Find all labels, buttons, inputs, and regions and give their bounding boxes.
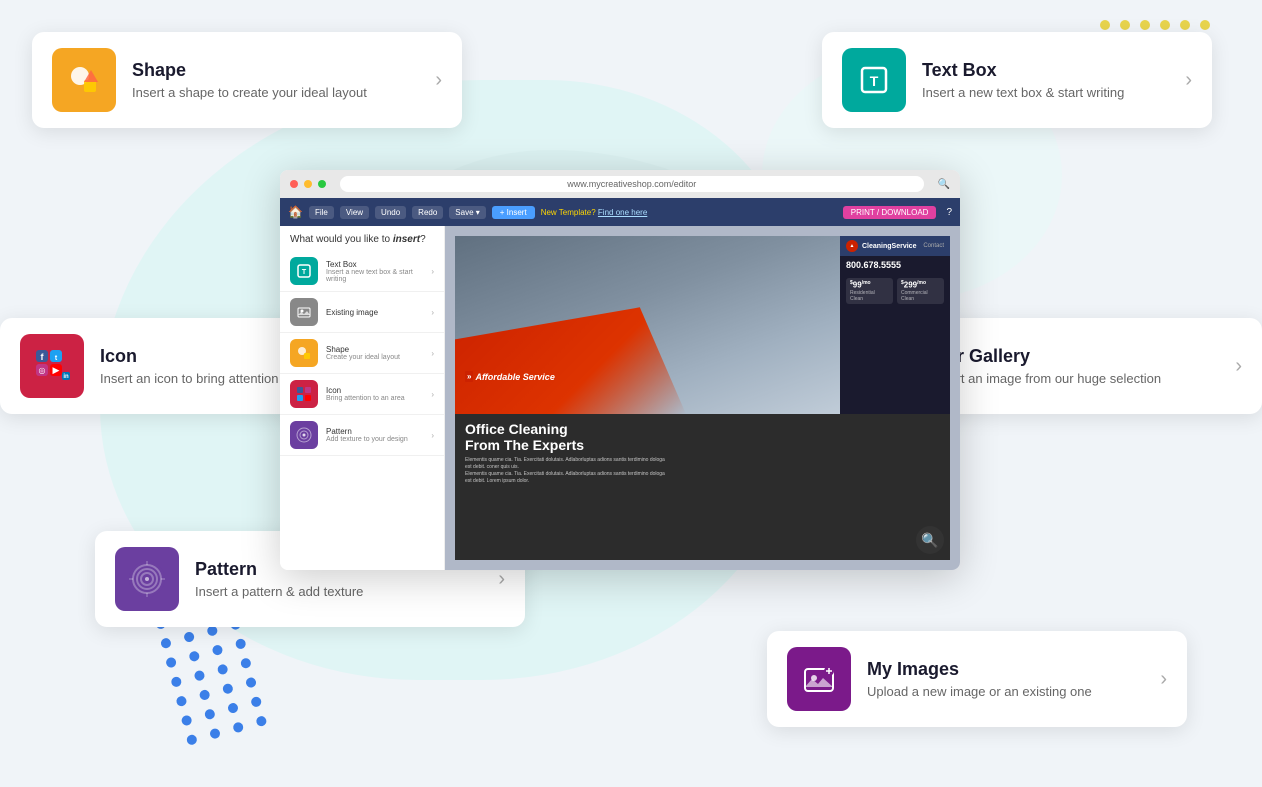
- insert-shape-label: Shape: [326, 345, 400, 354]
- editor-content: What would you like to insert? T Text Bo…: [280, 226, 960, 570]
- browser-bar: www.mycreativeshop.com/editor 🔍: [280, 170, 960, 198]
- insert-textbox-sub: Insert a new text box & start writing: [326, 269, 431, 283]
- insert-item-pattern[interactable]: Pattern Add texture to your design ›: [280, 415, 444, 456]
- insert-pattern-label: Pattern: [326, 427, 408, 436]
- toolbar-save-btn[interactable]: Save ▾: [449, 206, 485, 219]
- flyer-subtext: Elementis quame cia. Tia. Exercitati dol…: [465, 457, 940, 485]
- textbox-card-title: Text Box: [922, 60, 1173, 81]
- toolbar-insert-btn[interactable]: + Insert: [492, 206, 535, 219]
- myimages-icon: [787, 647, 851, 711]
- flyer-pricing: $99/mo Residential Clean $299/mo Commerc…: [840, 274, 950, 308]
- browser-url[interactable]: www.mycreativeshop.com/editor: [340, 176, 924, 192]
- svg-text:T: T: [870, 73, 879, 89]
- pattern-card-desc: Insert a pattern & add texture: [195, 584, 486, 599]
- toolbar-help-btn[interactable]: ?: [946, 207, 952, 218]
- insert-existing-arrow: ›: [431, 308, 434, 317]
- textbox-icon: T: [842, 48, 906, 112]
- flyer-price-1: $99/mo Residential Clean: [846, 278, 893, 304]
- insert-item-icon[interactable]: Icon Bring attention to an area ›: [280, 374, 444, 415]
- flyer-logo: ▲: [846, 240, 858, 252]
- canvas-area: » Affordable Service ▲ CleaningService C…: [445, 226, 960, 570]
- svg-text:◎: ◎: [39, 366, 46, 375]
- gallery-card-desc: Insert an image from our huge selection: [932, 371, 1223, 386]
- flyer-top: » Affordable Service ▲ CleaningService C…: [455, 236, 950, 414]
- insert-existing-icon: [290, 298, 318, 326]
- insert-item-existing[interactable]: Existing image ›: [280, 292, 444, 333]
- pattern-icon: [115, 547, 179, 611]
- shape-card-desc: Insert a shape to create your ideal layo…: [132, 85, 423, 100]
- svg-text:▶: ▶: [53, 365, 60, 375]
- insert-existing-label: Existing image: [326, 308, 378, 317]
- flyer-price-1-amount: $99/mo: [850, 280, 889, 290]
- shape-card[interactable]: Shape Insert a shape to create your idea…: [32, 32, 462, 128]
- flyer-price-1-label: Residential Clean: [850, 290, 889, 302]
- flyer-sidebar: ▲ CleaningService Contact 800.678.5555 $…: [840, 236, 950, 414]
- gallery-card-title: Our Gallery: [932, 346, 1223, 367]
- gallery-card-content: Our Gallery Insert an image from our hug…: [932, 346, 1223, 386]
- insert-icon-sub: Bring attention to an area: [326, 395, 405, 402]
- insert-item-shape[interactable]: Shape Create your ideal layout ›: [280, 333, 444, 374]
- insert-pattern-arrow: ›: [431, 431, 434, 440]
- flyer-price-2-label: Commercial Clean: [901, 290, 940, 302]
- shape-card-title: Shape: [132, 60, 423, 81]
- toolbar-undo-btn[interactable]: Undo: [375, 206, 406, 219]
- insert-icon-icon: [290, 380, 318, 408]
- flyer-brand-name: CleaningService: [862, 243, 916, 250]
- gallery-card-arrow: ›: [1235, 355, 1242, 378]
- toolbar-print-btn[interactable]: PRINT / DOWNLOAD: [843, 206, 937, 219]
- flyer-price-2-amount: $299/mo: [901, 280, 940, 290]
- shape-icon: [52, 48, 116, 112]
- insert-item-textbox[interactable]: T Text Box Insert a new text box & start…: [280, 251, 444, 292]
- flyer-bottom: Office Cleaning From The Experts Element…: [455, 414, 950, 560]
- pattern-card-arrow: ›: [498, 568, 505, 591]
- browser-min-dot[interactable]: [304, 180, 312, 188]
- flyer-arrows: » Affordable Service: [465, 371, 555, 384]
- zoom-button[interactable]: 🔍: [916, 526, 944, 554]
- insert-shape-sub: Create your ideal layout: [326, 354, 400, 361]
- insert-pattern-sub: Add texture to your design: [326, 436, 408, 443]
- insert-pattern-icon: [290, 421, 318, 449]
- insert-textbox-icon: T: [290, 257, 318, 285]
- toolbar-redo-btn[interactable]: Redo: [412, 206, 443, 219]
- toolbar-file-btn[interactable]: File: [309, 206, 334, 219]
- svg-text:T: T: [302, 269, 307, 276]
- myimages-card[interactable]: My Images Upload a new image or an exist…: [767, 631, 1187, 727]
- shape-card-content: Shape Insert a shape to create your idea…: [132, 60, 423, 100]
- insert-textbox-arrow: ›: [431, 267, 434, 276]
- flyer-contact: Contact: [923, 243, 944, 249]
- toolbar-home-icon[interactable]: 🏠: [288, 205, 303, 219]
- browser-mockup: www.mycreativeshop.com/editor 🔍 🏠 File V…: [280, 170, 960, 570]
- myimages-card-title: My Images: [867, 659, 1148, 680]
- myimages-card-desc: Upload a new image or an existing one: [867, 684, 1148, 699]
- myimages-card-content: My Images Upload a new image or an exist…: [867, 659, 1148, 699]
- textbox-card-arrow: ›: [1185, 69, 1192, 92]
- shape-card-arrow: ›: [435, 69, 442, 92]
- editor-toolbar: 🏠 File View Undo Redo Save ▾ + Insert Ne…: [280, 198, 960, 226]
- flyer-image: » Affordable Service: [455, 236, 840, 414]
- icon-icon: f t ◎ ▶ in: [20, 334, 84, 398]
- browser-max-dot[interactable]: [318, 180, 326, 188]
- flyer-price-2: $299/mo Commercial Clean: [897, 278, 944, 304]
- flyer-headline: Office Cleaning From The Experts: [465, 422, 940, 453]
- insert-panel-title: What would you like to insert?: [280, 226, 444, 251]
- insert-panel: What would you like to insert? T Text Bo…: [280, 226, 445, 570]
- toolbar-view-btn[interactable]: View: [340, 206, 369, 219]
- flyer-brand-bar: ▲ CleaningService Contact: [840, 236, 950, 256]
- insert-icon-label: Icon: [326, 386, 405, 395]
- browser-close-dot[interactable]: [290, 180, 298, 188]
- insert-textbox-label: Text Box: [326, 260, 431, 269]
- textbox-card-desc: Insert a new text box & start writing: [922, 85, 1173, 100]
- flyer-phone: 800.678.5555: [840, 256, 950, 274]
- textbox-card[interactable]: T Text Box Insert a new text box & start…: [822, 32, 1212, 128]
- toolbar-template-label: New Template? Find one here: [541, 208, 648, 217]
- svg-text:in: in: [63, 374, 69, 380]
- insert-shape-arrow: ›: [431, 349, 434, 358]
- myimages-card-arrow: ›: [1160, 668, 1167, 691]
- insert-shape-icon: [290, 339, 318, 367]
- textbox-card-content: Text Box Insert a new text box & start w…: [922, 60, 1173, 100]
- flyer-preview: » Affordable Service ▲ CleaningService C…: [455, 236, 950, 560]
- insert-icon-arrow: ›: [431, 390, 434, 399]
